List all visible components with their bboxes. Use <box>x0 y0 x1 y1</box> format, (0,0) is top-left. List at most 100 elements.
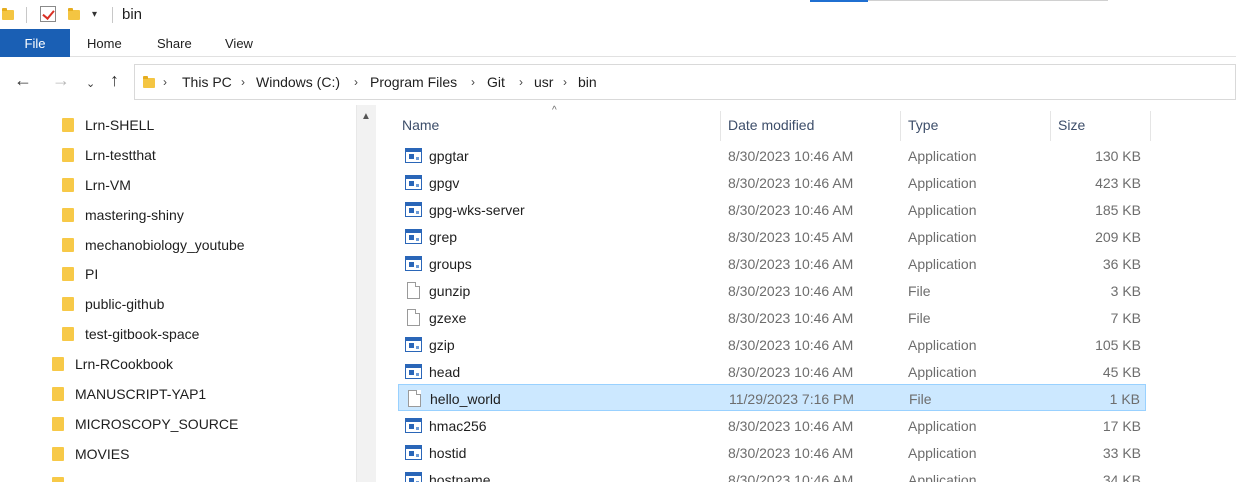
file-type: Application <box>908 445 977 461</box>
breadcrumb-windows-c[interactable]: Windows (C:) <box>256 74 340 90</box>
file-size: 33 KB <box>1102 445 1141 461</box>
file-icon <box>408 390 421 407</box>
application-icon <box>405 445 422 460</box>
nav-item[interactable]: test-gitbook-space <box>62 322 199 346</box>
column-header-type[interactable]: Type <box>908 117 938 133</box>
quick-access-dropdown-icon[interactable]: ▾ <box>92 9 97 20</box>
nav-item[interactable]: MANUSCRIPT-YAP1 <box>52 382 206 406</box>
table-row[interactable]: gpg-wks-server 8/30/2023 10:46 AM Applic… <box>398 196 1146 223</box>
chevron-right-icon[interactable]: › <box>519 75 523 89</box>
breadcrumb-program-files[interactable]: Program Files <box>370 74 457 90</box>
table-row-selected[interactable]: hello_world 11/29/2023 7:16 PM File 1 KB <box>398 384 1146 411</box>
table-row[interactable]: gpgtar 8/30/2023 10:46 AM Application 13… <box>398 142 1146 169</box>
tab-home[interactable]: Home <box>87 36 122 51</box>
chevron-right-icon[interactable]: › <box>354 75 358 89</box>
nav-item[interactable]: ... <box>52 472 87 482</box>
nav-pane-scrollbar[interactable]: ▲ <box>356 105 376 482</box>
folder-icon <box>143 76 155 88</box>
folder-icon <box>62 148 74 162</box>
file-list: ^ Name Date modified Type Size gpgtar 8/… <box>376 105 1236 482</box>
application-icon <box>405 472 422 482</box>
file-type: File <box>908 310 931 326</box>
back-arrow-icon[interactable]: ← <box>14 71 32 89</box>
file-type: Application <box>908 148 977 164</box>
table-row[interactable]: gzip 8/30/2023 10:46 AM Application 105 … <box>398 331 1146 358</box>
table-row[interactable]: hostid 8/30/2023 10:46 AM Application 33… <box>398 439 1146 466</box>
breadcrumb-git[interactable]: Git <box>487 74 505 90</box>
file-type: Application <box>908 337 977 353</box>
column-divider[interactable] <box>720 111 721 141</box>
column-header-name[interactable]: Name <box>402 117 439 133</box>
divider <box>868 0 1108 1</box>
column-header-size[interactable]: Size <box>1058 117 1085 133</box>
table-row[interactable]: gzexe 8/30/2023 10:46 AM File 7 KB <box>398 304 1146 331</box>
column-header-date-modified[interactable]: Date modified <box>728 117 814 133</box>
chevron-right-icon[interactable]: › <box>471 75 475 89</box>
table-row[interactable]: gpgv 8/30/2023 10:46 AM Application 423 … <box>398 169 1146 196</box>
chevron-right-icon[interactable]: › <box>241 75 245 89</box>
nav-item[interactable]: Lrn-VM <box>62 173 131 197</box>
nav-item[interactable]: PI <box>62 262 98 286</box>
file-name: gzip <box>429 337 455 353</box>
column-divider[interactable] <box>1050 111 1051 141</box>
folder-icon <box>62 118 74 132</box>
table-row[interactable]: groups 8/30/2023 10:46 AM Application 36… <box>398 250 1146 277</box>
file-size: 34 KB <box>1102 472 1141 482</box>
table-row[interactable]: hmac256 8/30/2023 10:46 AM Application 1… <box>398 412 1146 439</box>
breadcrumb-this-pc[interactable]: This PC <box>182 74 232 90</box>
column-divider[interactable] <box>1150 111 1151 141</box>
breadcrumb-usr[interactable]: usr <box>534 74 553 90</box>
table-row[interactable]: grep 8/30/2023 10:45 AM Application 209 … <box>398 223 1146 250</box>
nav-item[interactable]: MICROSCOPY_SOURCE <box>52 412 238 436</box>
nav-item[interactable]: Lrn-testthat <box>62 143 156 167</box>
file-size: 185 KB <box>1095 202 1141 218</box>
breadcrumb-bin[interactable]: bin <box>578 74 597 90</box>
file-size: 7 KB <box>1110 310 1141 326</box>
nav-item[interactable]: public-github <box>62 292 164 316</box>
chevron-right-icon[interactable]: › <box>563 75 567 89</box>
nav-item[interactable]: Lrn-RCookbook <box>52 352 173 376</box>
file-size: 17 KB <box>1102 418 1141 434</box>
folder-icon <box>52 357 64 371</box>
application-icon <box>405 364 422 379</box>
column-divider[interactable] <box>900 111 901 141</box>
file-size: 209 KB <box>1095 229 1141 245</box>
nav-item[interactable]: MOVIES <box>52 442 129 466</box>
accent-line <box>810 0 868 2</box>
tab-file[interactable]: File <box>0 29 70 57</box>
tab-view[interactable]: View <box>225 36 253 51</box>
file-name: head <box>429 364 461 380</box>
file-type: Application <box>908 175 977 191</box>
file-size: 36 KB <box>1102 256 1141 272</box>
file-type: File <box>909 391 932 407</box>
chevron-right-icon[interactable]: › <box>163 75 167 89</box>
file-date: 11/29/2023 7:16 PM <box>729 391 855 407</box>
table-row[interactable]: gunzip 8/30/2023 10:46 AM File 3 KB <box>398 277 1146 304</box>
nav-item[interactable]: Lrn-SHELL <box>62 113 154 137</box>
scroll-up-icon[interactable]: ▲ <box>361 111 371 122</box>
up-arrow-icon[interactable]: ↑ <box>110 71 119 89</box>
table-row[interactable]: head 8/30/2023 10:46 AM Application 45 K… <box>398 358 1146 385</box>
address-bar[interactable]: › This PC › Windows (C:) › Program Files… <box>134 64 1236 100</box>
file-date: 8/30/2023 10:46 AM <box>728 418 854 434</box>
file-name: gpgtar <box>429 148 469 164</box>
nav-item[interactable]: mechanobiology_youtube <box>62 233 245 257</box>
file-name: gpg-wks-server <box>429 202 525 218</box>
application-icon <box>405 229 422 244</box>
table-row[interactable]: hostname 8/30/2023 10:46 AM Application … <box>398 466 1146 482</box>
application-icon <box>405 256 422 271</box>
file-name: hmac256 <box>429 418 487 434</box>
file-type: Application <box>908 202 977 218</box>
title-bar: ▾ bin <box>0 0 1236 30</box>
folder-icon <box>52 447 64 461</box>
forward-arrow-icon[interactable]: → <box>52 71 70 89</box>
file-name: groups <box>429 256 472 272</box>
file-date: 8/30/2023 10:46 AM <box>728 472 854 482</box>
nav-item[interactable]: mastering-shiny <box>62 203 184 227</box>
recent-locations-chevron-icon[interactable]: ⌄ <box>86 75 95 93</box>
file-icon <box>407 282 420 299</box>
file-type: Application <box>908 229 977 245</box>
properties-check-icon[interactable] <box>40 6 56 22</box>
new-folder-icon[interactable] <box>68 6 80 24</box>
tab-share[interactable]: Share <box>157 36 192 51</box>
